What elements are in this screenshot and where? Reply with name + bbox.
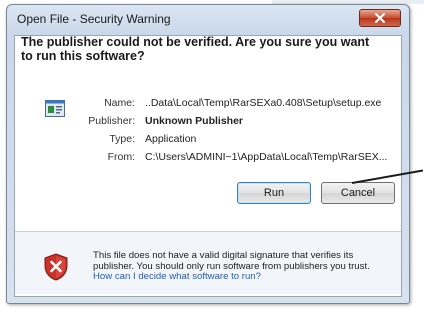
type-value: Application xyxy=(145,133,197,145)
type-label: Type: xyxy=(109,133,135,145)
security-warning-dialog: Open File - Security Warning The publish… xyxy=(6,4,410,304)
warning-text: This file does not have a valid digital … xyxy=(93,250,370,272)
name-value: ..Data\Local\Temp\RarSEXa0.408\Setup\set… xyxy=(145,97,382,109)
warning-heading: The publisher could not be verified. Are… xyxy=(21,35,370,63)
close-icon xyxy=(375,13,385,23)
run-button[interactable]: Run xyxy=(237,182,311,204)
publisher-label: Publisher: xyxy=(88,115,135,127)
from-label: From: xyxy=(107,151,135,163)
shield-warning-icon xyxy=(44,253,68,281)
cancel-button[interactable]: Cancel xyxy=(321,182,395,204)
publisher-value: Unknown Publisher xyxy=(145,115,244,127)
window-title: Open File - Security Warning xyxy=(17,12,171,26)
from-value: C:\Users\ADMINI~1\AppData\Local\Temp\Rar… xyxy=(145,151,388,163)
title-bar[interactable]: Open File - Security Warning xyxy=(7,5,409,35)
name-label: Name: xyxy=(104,97,135,109)
close-button[interactable] xyxy=(359,9,401,27)
help-link[interactable]: How can I decide what software to run? xyxy=(93,271,261,282)
